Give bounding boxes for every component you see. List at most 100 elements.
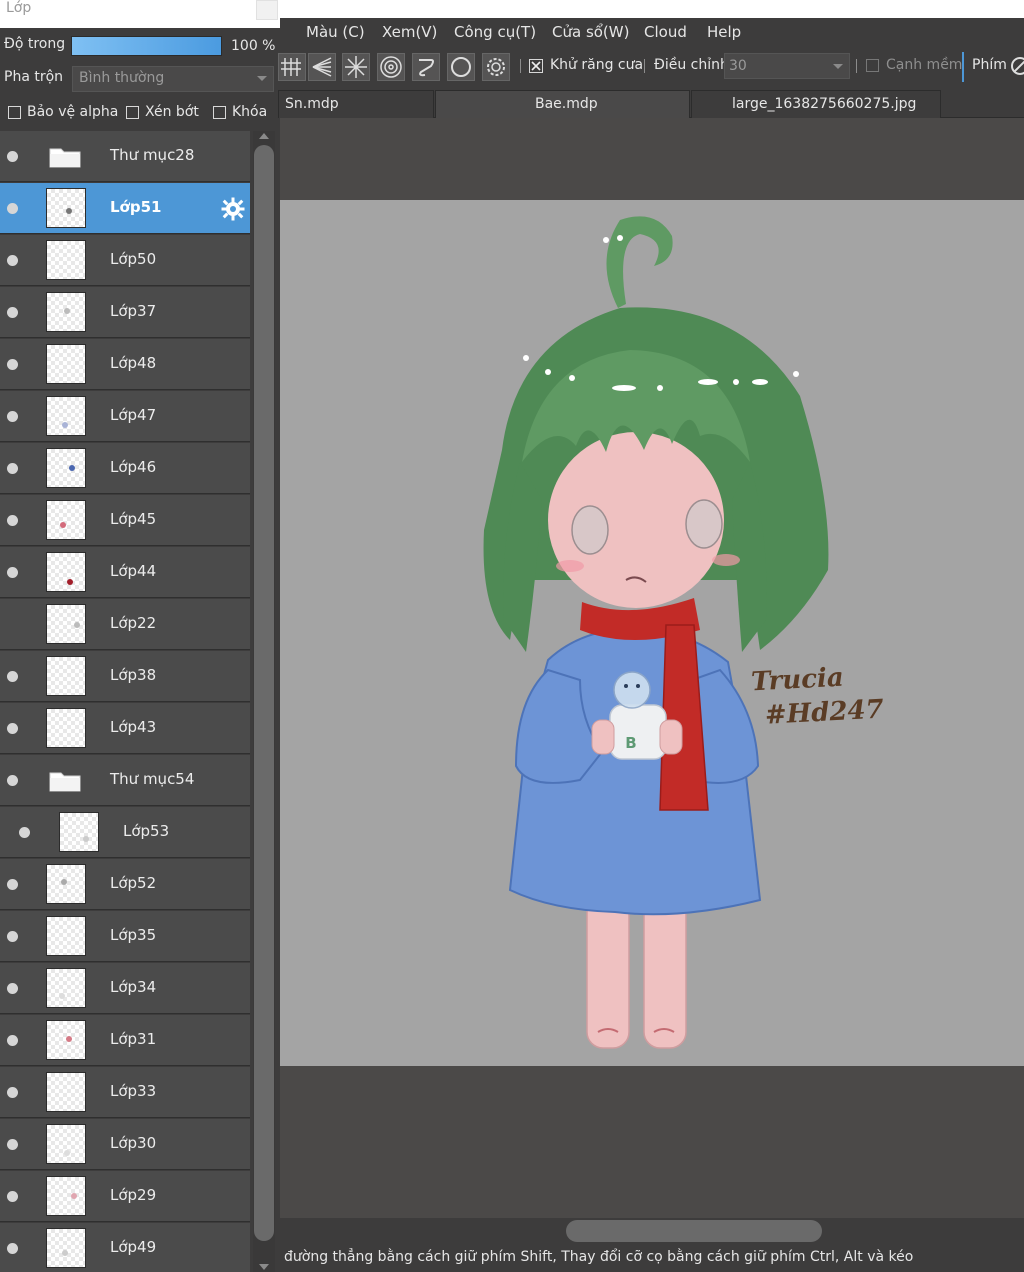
antialias-checkbox[interactable] bbox=[529, 59, 543, 73]
layer-row[interactable]: Lớp44 bbox=[0, 547, 250, 598]
layer-thumbnail bbox=[46, 916, 86, 956]
visibility-eye-icon[interactable] bbox=[7, 1035, 18, 1046]
layer-row[interactable]: Lớp45 bbox=[0, 495, 250, 546]
visibility-eye-icon[interactable] bbox=[7, 515, 18, 526]
layer-row[interactable]: Lớp50 bbox=[0, 235, 250, 286]
menu-color[interactable]: Màu (C) bbox=[306, 23, 365, 41]
visibility-eye-icon[interactable] bbox=[7, 1139, 18, 1150]
tab-large-jpg[interactable]: large_1638275660275.jpg bbox=[691, 90, 941, 118]
menu-help[interactable]: Help bbox=[707, 23, 741, 41]
visibility-eye-icon[interactable] bbox=[7, 567, 18, 578]
protect-alpha-checkbox[interactable]: Bảo vệ alpha bbox=[8, 101, 118, 123]
layer-row[interactable]: Lớp34 bbox=[0, 963, 250, 1014]
panel-title-bar[interactable]: Lớp bbox=[0, 0, 280, 28]
parallel-ruler-button[interactable] bbox=[308, 53, 336, 81]
layer-row[interactable]: Lớp51 bbox=[0, 183, 250, 234]
opacity-slider[interactable] bbox=[71, 36, 222, 56]
blend-mode-select[interactable]: Bình thường bbox=[72, 66, 274, 92]
thumbnail-mark bbox=[59, 993, 65, 999]
menu-view[interactable]: Xem(V) bbox=[382, 23, 437, 41]
layer-name: Lớp47 bbox=[110, 406, 157, 424]
chibi-illustration: B bbox=[483, 216, 829, 1049]
visibility-eye-icon[interactable] bbox=[7, 1243, 18, 1254]
concentric-ruler-button[interactable] bbox=[377, 53, 405, 81]
curve-icon bbox=[419, 59, 434, 77]
layer-row[interactable]: Lớp48 bbox=[0, 339, 250, 390]
thumbnail-mark bbox=[61, 879, 67, 885]
menu-tools[interactable]: Công cụ(T) bbox=[454, 23, 536, 41]
visibility-eye-icon[interactable] bbox=[7, 983, 18, 994]
layer-name: Lớp45 bbox=[110, 510, 157, 528]
correction-value: 30 bbox=[729, 58, 747, 74]
ellipse-ruler-button[interactable] bbox=[447, 53, 475, 81]
clipping-checkbox[interactable]: Xén bớt bbox=[126, 101, 199, 123]
ruler-settings-button[interactable] bbox=[482, 53, 510, 81]
layer-row[interactable]: Lớp53 bbox=[0, 807, 250, 858]
visibility-eye-icon[interactable] bbox=[7, 463, 18, 474]
layer-row[interactable]: Lớp46 bbox=[0, 443, 250, 494]
scrollbar-thumb[interactable] bbox=[254, 145, 274, 1241]
visibility-eye-icon[interactable] bbox=[7, 203, 18, 214]
drawing-canvas[interactable]: B Trucia #Hd247 bbox=[280, 200, 1024, 1066]
forbidden-icon[interactable] bbox=[1008, 56, 1024, 76]
layer-row[interactable]: Lớp38 bbox=[0, 651, 250, 702]
toolbar-separator bbox=[520, 59, 521, 73]
layer-thumbnail bbox=[46, 1020, 86, 1060]
layer-row[interactable]: Lớp30 bbox=[0, 1119, 250, 1170]
scrollbar-thumb[interactable] bbox=[566, 1220, 822, 1242]
layer-row[interactable]: Lớp22 bbox=[0, 599, 250, 650]
layer-name: Lớp30 bbox=[110, 1134, 157, 1152]
radial-lines-icon bbox=[345, 56, 367, 78]
visibility-eye-icon[interactable] bbox=[7, 723, 18, 734]
tab-bae[interactable]: Bae.mdp bbox=[435, 90, 690, 118]
visibility-eye-icon[interactable] bbox=[7, 931, 18, 942]
visibility-eye-icon[interactable] bbox=[7, 1087, 18, 1098]
layer-name: Lớp51 bbox=[110, 198, 162, 216]
visibility-eye-icon[interactable] bbox=[7, 671, 18, 682]
layer-name: Lớp49 bbox=[110, 1238, 157, 1256]
visibility-eye-icon[interactable] bbox=[7, 879, 18, 890]
soft-edge-checkbox[interactable] bbox=[866, 59, 879, 72]
panel-close-button[interactable] bbox=[256, 0, 278, 20]
layer-row[interactable]: Lớp43 bbox=[0, 703, 250, 754]
thumbnail-mark bbox=[67, 579, 73, 585]
menu-window[interactable]: Cửa sổ(W) bbox=[552, 23, 629, 41]
checkbox-box bbox=[8, 105, 21, 119]
correction-select[interactable]: 30 bbox=[724, 53, 850, 79]
layer-folder-row[interactable]: Thư mục54 bbox=[0, 755, 250, 806]
layer-row[interactable]: Lớp52 bbox=[0, 859, 250, 910]
layer-folder-row[interactable]: Thư mục28 bbox=[0, 131, 250, 182]
layer-row[interactable]: Lớp49 bbox=[0, 1223, 250, 1272]
layer-row[interactable]: Lớp35 bbox=[0, 911, 250, 962]
layer-name: Lớp35 bbox=[110, 926, 157, 944]
visibility-eye-icon[interactable] bbox=[7, 359, 18, 370]
visibility-eye-icon[interactable] bbox=[19, 827, 30, 838]
visibility-eye-icon[interactable] bbox=[7, 307, 18, 318]
visibility-eye-icon[interactable] bbox=[7, 411, 18, 422]
canvas-horizontal-scrollbar[interactable] bbox=[280, 1218, 1024, 1244]
lock-checkbox[interactable]: Khóa bbox=[213, 101, 267, 123]
scroll-down-arrow-icon[interactable] bbox=[259, 1264, 269, 1270]
grid-tool-button[interactable] bbox=[278, 53, 306, 81]
key-button[interactable]: Phím bbox=[962, 52, 1007, 82]
layer-row[interactable]: Lớp47 bbox=[0, 391, 250, 442]
menu-cloud[interactable]: Cloud bbox=[644, 23, 687, 41]
visibility-eye-icon[interactable] bbox=[7, 151, 18, 162]
layer-list-scrollbar[interactable] bbox=[253, 131, 275, 1272]
layer-row[interactable]: Lớp29 bbox=[0, 1171, 250, 1222]
radial-ruler-button[interactable] bbox=[342, 53, 370, 81]
scroll-up-arrow-icon[interactable] bbox=[259, 133, 269, 139]
visibility-eye-icon[interactable] bbox=[7, 1191, 18, 1202]
status-hint-text: đường thẳng bằng cách giữ phím Shift, Th… bbox=[284, 1249, 914, 1265]
layer-row[interactable]: Lớp37 bbox=[0, 287, 250, 338]
menu-bar: Màu (C) Xem(V) Công cụ(T) Cửa sổ(W) Clou… bbox=[280, 18, 1024, 48]
curve-ruler-button[interactable] bbox=[412, 53, 440, 81]
gear-icon[interactable] bbox=[221, 197, 245, 221]
ellipse-icon bbox=[451, 57, 471, 77]
visibility-eye-icon[interactable] bbox=[7, 255, 18, 266]
canvas-workspace[interactable]: B Trucia #Hd247 bbox=[280, 118, 1024, 1218]
tab-sn[interactable]: Sn.mdp bbox=[278, 90, 434, 118]
layer-row[interactable]: Lớp33 bbox=[0, 1067, 250, 1118]
layer-row[interactable]: Lớp31 bbox=[0, 1015, 250, 1066]
visibility-eye-icon[interactable] bbox=[7, 775, 18, 786]
